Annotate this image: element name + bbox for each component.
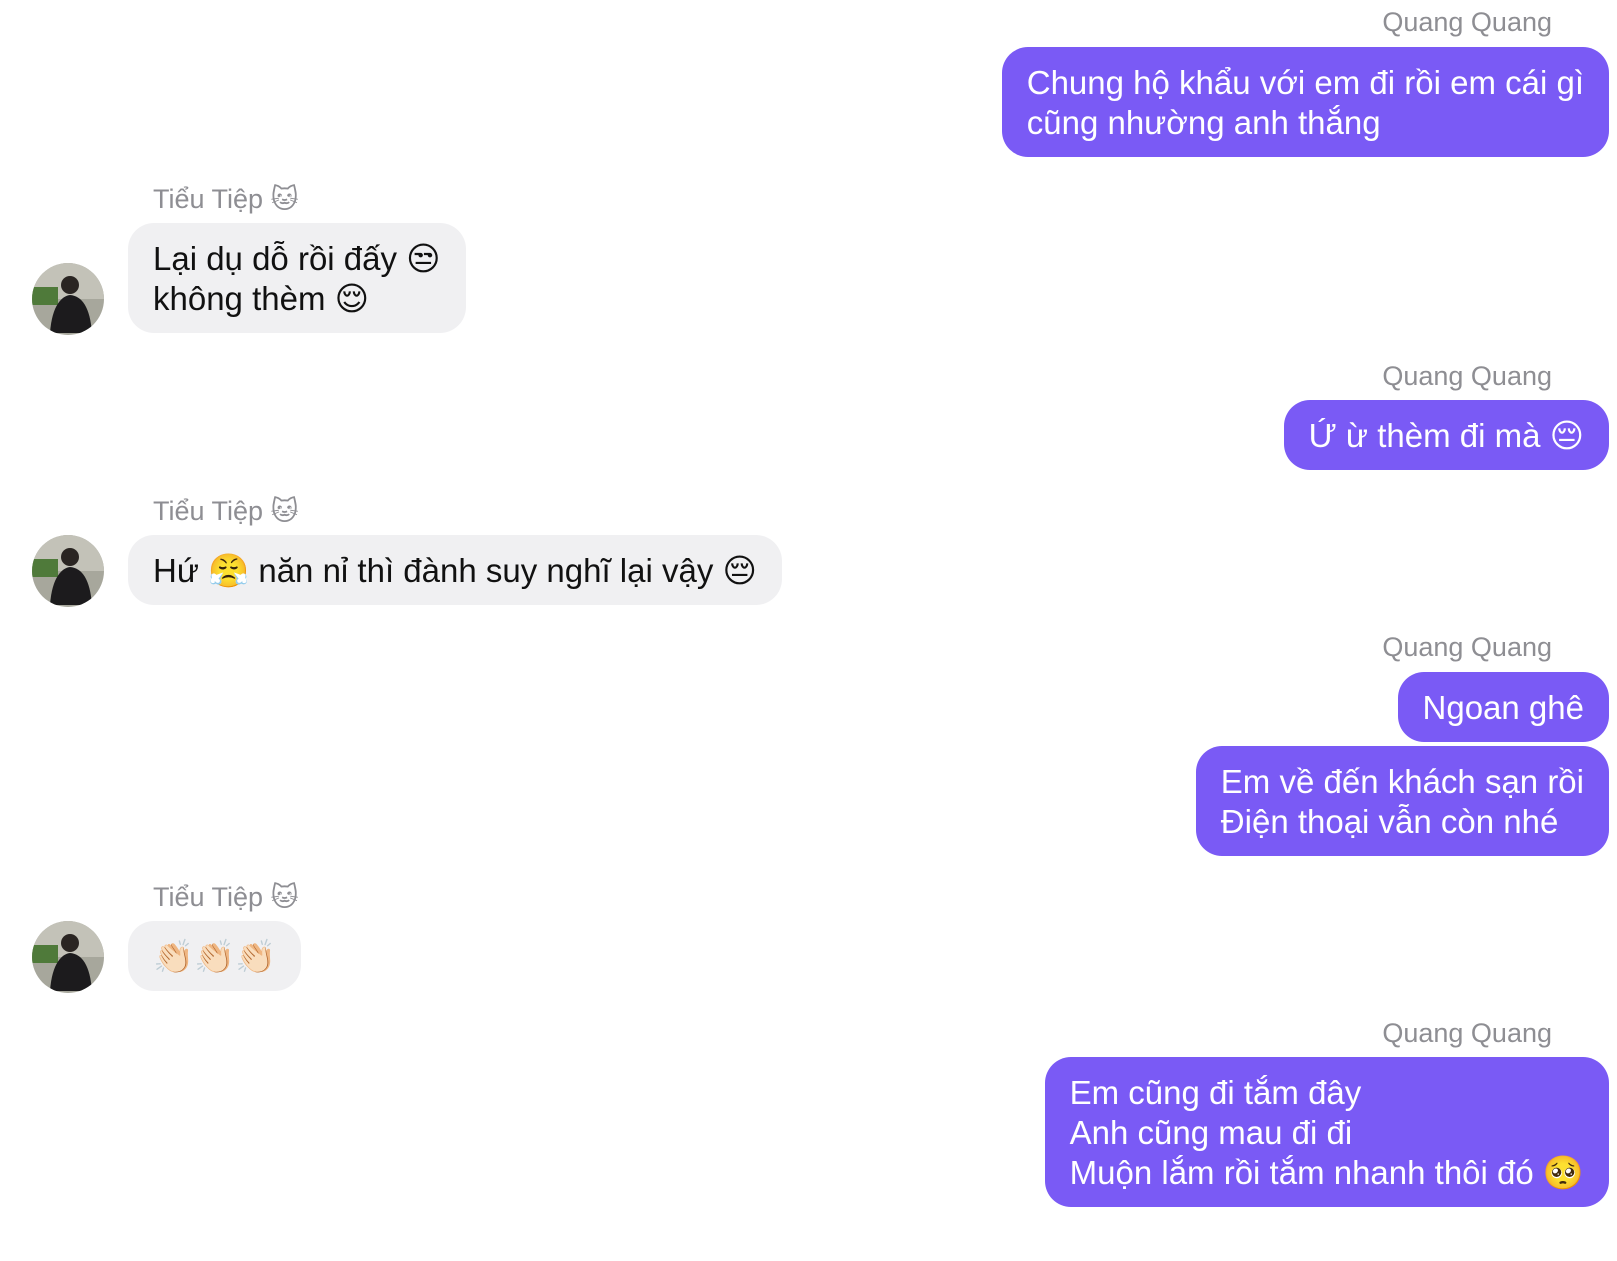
message-text: Em về đến khách sạn rồi: [1220, 763, 1584, 800]
message-text: Ngoan ghê: [1422, 689, 1584, 726]
message-text: Ứ ừ thèm đi mà 😔: [1308, 417, 1584, 454]
contact-avatar[interactable]: [32, 921, 104, 993]
message-text: 👏🏻👏🏻👏🏻: [153, 938, 277, 975]
message-text: Em cũng đi tắm đây: [1069, 1074, 1362, 1111]
contact-avatar[interactable]: [32, 263, 104, 335]
contact-avatar[interactable]: [32, 535, 104, 607]
outgoing-message-bubble[interactable]: Em cũng đi tắm đây Anh cũng mau đi đi Mu…: [1044, 1057, 1609, 1207]
person-photo-icon: [32, 535, 104, 607]
outgoing-message-bubble[interactable]: Chung hộ khẩu với em đi rồi em cái gì cũ…: [1001, 47, 1609, 157]
message-text: Lại dụ dỗ rồi đấy 😒: [153, 240, 441, 277]
outgoing-message-bubble[interactable]: Em về đến khách sạn rồi Điện thoại vẫn c…: [1195, 746, 1609, 856]
outgoing-message-bubble[interactable]: Ngoan ghê: [1397, 672, 1609, 742]
sender-name: Quang Quang: [1382, 632, 1552, 662]
sender-name: Quang Quang: [1382, 361, 1552, 391]
message-text: cũng nhường anh thắng: [1026, 104, 1381, 141]
outgoing-message-bubble[interactable]: Ứ ừ thèm đi mà 😔: [1283, 400, 1609, 470]
message-text: Muộn lắm rồi tắm nhanh thôi đó 🥺: [1069, 1154, 1584, 1191]
person-photo-icon: [32, 921, 104, 993]
sender-name: Quang Quang: [1382, 7, 1552, 37]
incoming-message-bubble[interactable]: Lại dụ dỗ rồi đấy 😒 không thèm 😌: [128, 223, 466, 333]
message-text: Hứ 😤 năn nỉ thì đành suy nghĩ lại vậy 😔: [153, 552, 757, 589]
sender-name: Tiểu Tiệp 🐱: [153, 496, 299, 526]
message-text: Điện thoại vẫn còn nhé: [1220, 803, 1559, 840]
message-text: không thèm 😌: [153, 280, 370, 317]
person-photo-icon: [32, 263, 104, 335]
message-text: Anh cũng mau đi đi: [1069, 1114, 1353, 1151]
message-text: Chung hộ khẩu với em đi rồi em cái gì: [1026, 64, 1584, 101]
sender-name: Quang Quang: [1382, 1018, 1552, 1048]
incoming-message-bubble[interactable]: 👏🏻👏🏻👏🏻: [128, 921, 302, 991]
sender-name: Tiểu Tiệp 🐱: [153, 882, 299, 912]
incoming-message-bubble[interactable]: Hứ 😤 năn nỉ thì đành suy nghĩ lại vậy 😔: [128, 535, 782, 605]
sender-name: Tiểu Tiệp 🐱: [153, 184, 299, 214]
